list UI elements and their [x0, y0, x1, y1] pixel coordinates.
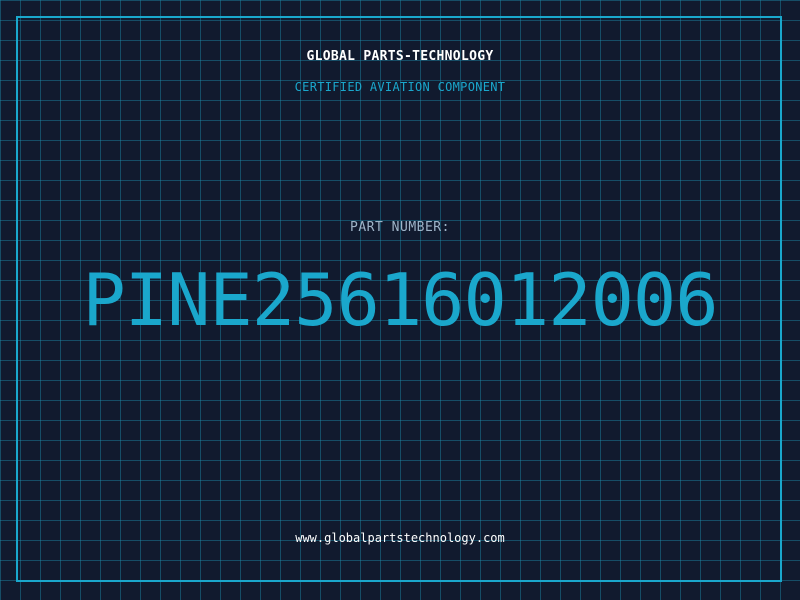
website-url: www.globalpartstechnology.com — [295, 531, 505, 545]
part-label-card: GLOBAL PARTS-TECHNOLOGY CERTIFIED AVIATI… — [0, 0, 800, 600]
certification-tagline: CERTIFIED AVIATION COMPONENT — [294, 80, 506, 94]
part-number-label: PART NUMBER: — [350, 220, 450, 235]
part-number-value: PINE25616012006 — [82, 258, 718, 342]
brand-name: GLOBAL PARTS-TECHNOLOGY — [306, 49, 494, 64]
